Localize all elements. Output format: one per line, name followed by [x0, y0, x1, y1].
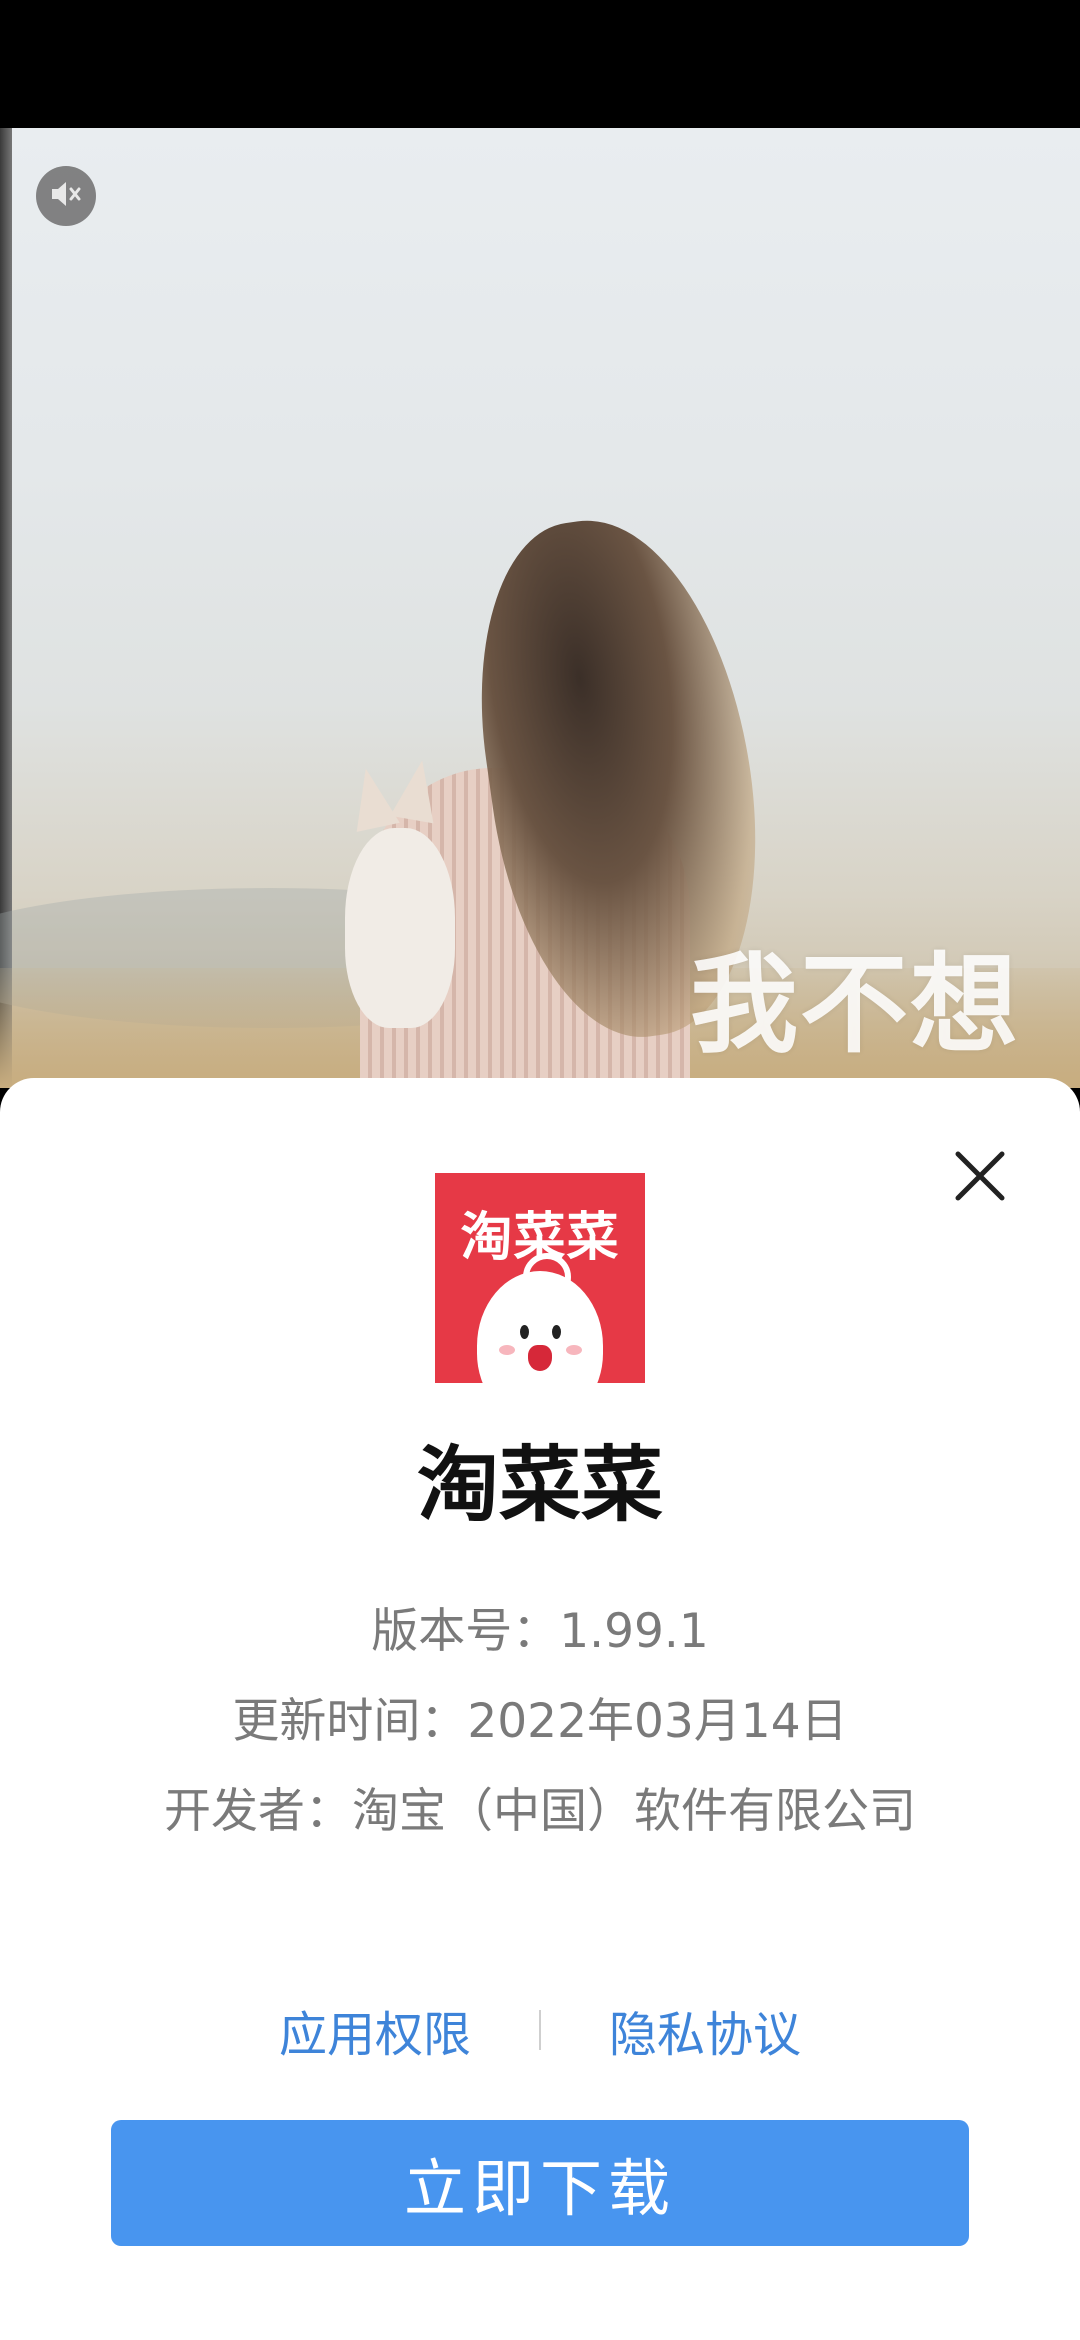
chick-cheek: [566, 1345, 582, 1355]
app-developer: 开发者：淘宝（中国）软件有限公司: [164, 1784, 916, 1839]
close-button[interactable]: [944, 1142, 1016, 1214]
video-caption: 我不想: [690, 943, 1021, 1068]
status-bar: [0, 0, 1080, 128]
app-name: 淘菜菜: [416, 1438, 663, 1533]
dog-ear: [344, 764, 400, 832]
app-icon: 淘菜菜: [435, 1173, 645, 1383]
app-permissions-link[interactable]: 应用权限: [259, 1985, 491, 2075]
mute-speaker-icon: [46, 174, 86, 218]
chick-cheek: [499, 1345, 515, 1355]
close-icon: [952, 1148, 1008, 1208]
link-divider: [539, 2010, 541, 2050]
privacy-policy-link[interactable]: 隐私协议: [589, 1985, 821, 2075]
app-update-date: 更新时间：2022年03月14日: [232, 1694, 848, 1749]
dog: [345, 828, 455, 1028]
download-button[interactable]: 立即下载: [111, 2120, 969, 2246]
video-player[interactable]: 我不想: [0, 128, 1080, 1088]
app-version: 版本号：1.99.1: [371, 1604, 709, 1659]
mute-button[interactable]: [36, 166, 96, 226]
chick-eye: [552, 1325, 561, 1339]
chick-eye: [520, 1325, 529, 1339]
legal-links: 应用权限 隐私协议: [0, 1985, 1080, 2075]
chick-beak: [528, 1345, 552, 1371]
